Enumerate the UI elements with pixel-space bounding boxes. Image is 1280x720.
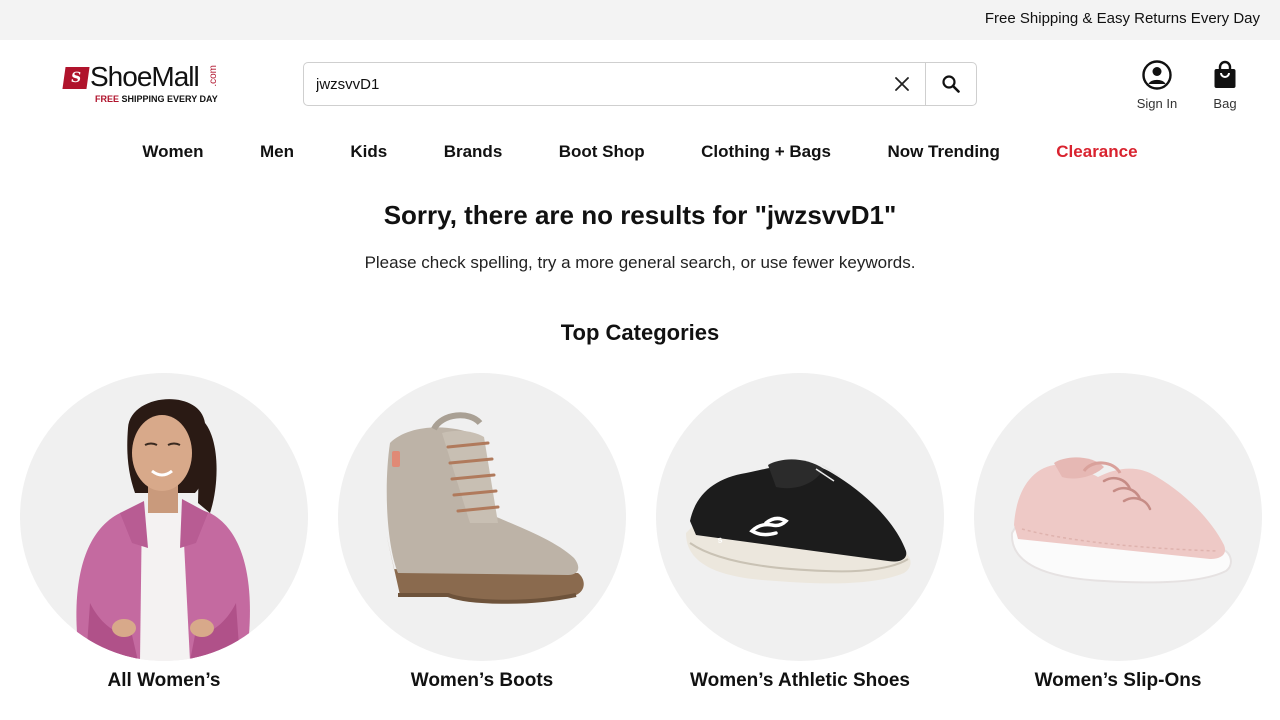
clear-search-button[interactable] xyxy=(890,72,914,96)
category-label-womens-boots: Women’s Boots xyxy=(410,670,554,691)
category-label-womens-athletic: Women’s Athletic Shoes xyxy=(690,670,910,691)
bag-button[interactable]: Bag xyxy=(1200,58,1250,112)
logo-wordmark: ShoeMall xyxy=(90,61,200,92)
black-knit-athletic-sneaker-image: S xyxy=(686,459,911,584)
promo-bar: Free Shipping & Easy Returns Every Day xyxy=(0,0,1280,40)
user-circle-icon xyxy=(1142,60,1172,90)
nav-item-kids[interactable]: Kids xyxy=(350,140,387,164)
nav-item-clothing-bags[interactable]: Clothing + Bags xyxy=(701,140,831,164)
top-categories-heading: Top Categories xyxy=(560,320,720,345)
category-image-womens-slip-ons xyxy=(974,373,1262,661)
woman-in-pink-fleece-jacket-image xyxy=(76,399,250,661)
taupe-suede-lace-up-boot-image xyxy=(386,412,584,604)
category-card-all-womens[interactable]: All Women’s xyxy=(20,373,308,703)
shopping-bag-icon xyxy=(1214,60,1236,88)
category-card-womens-boots[interactable]: Women’s Boots xyxy=(338,373,626,703)
logo-com: .com xyxy=(208,65,219,87)
category-image-womens-boots xyxy=(338,373,626,661)
logo-tagline-free: FREE xyxy=(95,94,120,104)
nav-item-boot-shop[interactable]: Boot Shop xyxy=(559,140,645,164)
logo-tagline: FREE SHIPPING EVERY DAY xyxy=(95,94,218,104)
pink-canvas-slip-on-sneaker-image xyxy=(1010,457,1232,584)
nav-item-women[interactable]: Women xyxy=(142,140,203,164)
sign-in-label: Sign In xyxy=(1136,96,1178,111)
logo-mark: S xyxy=(62,67,90,89)
promo-text: Free Shipping & Easy Returns Every Day xyxy=(984,10,1260,27)
category-image-all-womens xyxy=(20,373,308,661)
no-results-heading: Sorry, there are no results for "jwzsvvD… xyxy=(0,200,1280,231)
no-results-query: "jwzsvvD1" xyxy=(754,200,897,230)
shoemall-logo[interactable]: S ShoeMall .com FREE SHIPPING EVERY DAY xyxy=(62,61,222,107)
sign-in-button[interactable]: Sign In xyxy=(1128,58,1186,112)
search-submit-button[interactable] xyxy=(925,63,976,105)
nav-item-now-trending[interactable]: Now Trending xyxy=(887,140,999,164)
nav-item-men[interactable]: Men xyxy=(260,140,294,164)
category-label-all-womens: All Women’s xyxy=(107,670,221,691)
logo-tagline-rest: SHIPPING EVERY DAY xyxy=(119,94,218,104)
category-card-womens-athletic[interactable]: S Women’s Athletic Shoes xyxy=(656,373,944,703)
search-bar xyxy=(303,62,977,106)
nav-item-clearance[interactable]: Clearance xyxy=(1056,140,1137,164)
search-hint: Please check spelling, try a more genera… xyxy=(364,253,916,272)
nav-item-brands[interactable]: Brands xyxy=(444,140,503,164)
no-results-prefix: Sorry, there are no results for xyxy=(383,200,755,230)
category-card-womens-slip-ons[interactable]: Women’s Slip-Ons xyxy=(974,373,1262,703)
search-icon xyxy=(942,75,960,93)
close-icon xyxy=(895,77,909,91)
category-label-womens-slip-ons: Women’s Slip-Ons xyxy=(1034,670,1202,691)
main-nav: Women Men Kids Brands Boot Shop Clothing… xyxy=(0,140,1280,166)
bag-label: Bag xyxy=(1213,96,1237,111)
search-input[interactable] xyxy=(316,63,876,105)
category-image-womens-athletic: S xyxy=(656,373,944,661)
